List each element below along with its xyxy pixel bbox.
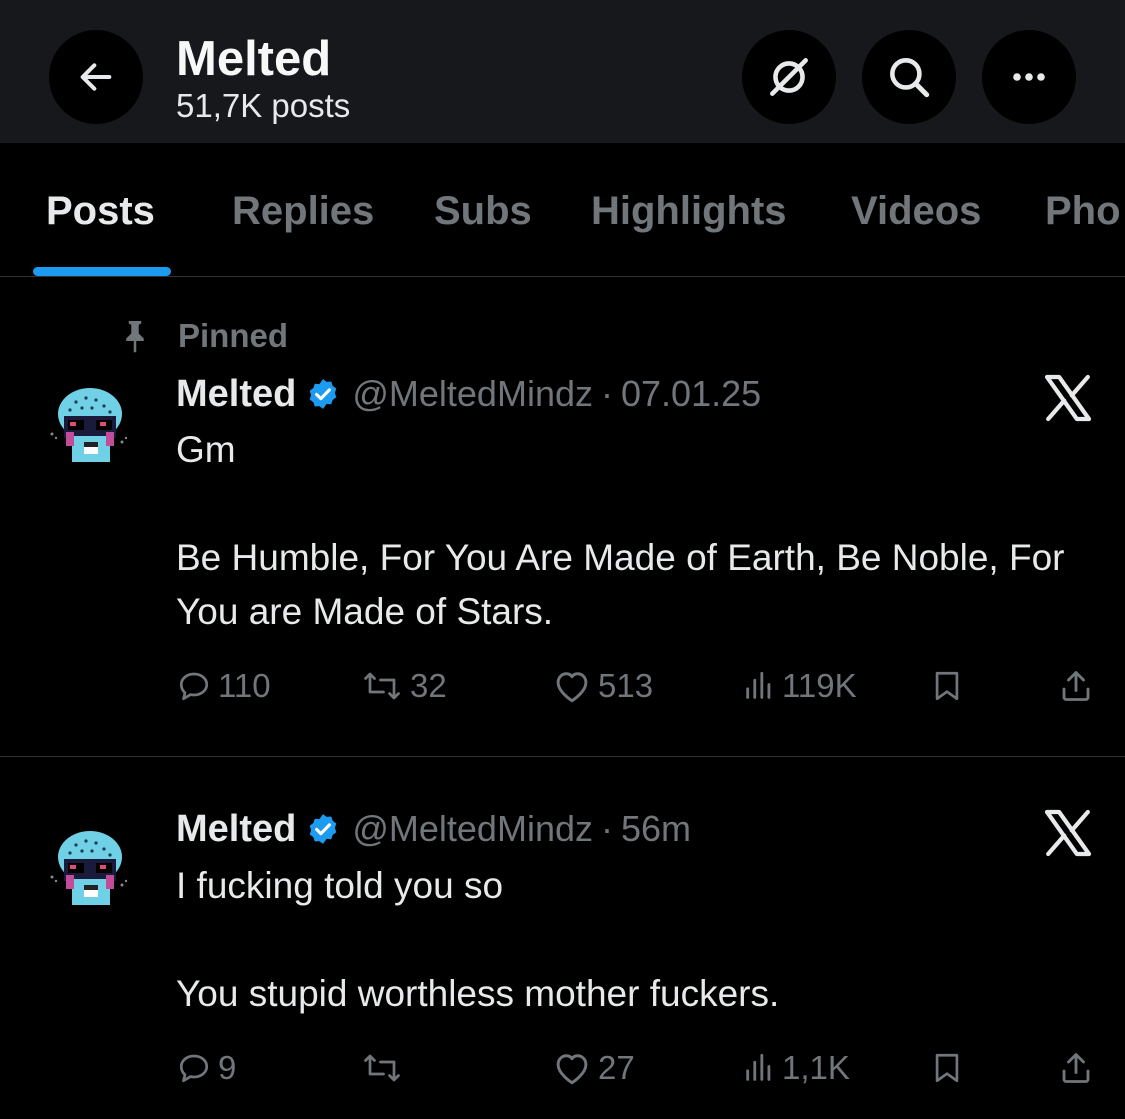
profile-title: Melted (176, 32, 332, 86)
post-text-line-2: You stupid worthless mother fuckers. (176, 973, 780, 1014)
post-actions: 110 32 513 119K (0, 664, 1125, 708)
views-button[interactable]: 1,1K (742, 1046, 850, 1090)
profile-header: Melted 51,7K posts (0, 0, 1125, 143)
x-logo-icon[interactable] (1040, 370, 1096, 426)
verified-badge-icon (306, 812, 340, 846)
meta-separator: · (601, 808, 613, 849)
post-timestamp[interactable]: 07.01.25 (621, 373, 761, 415)
post-text-line-1: I fucking told you so (176, 865, 504, 906)
post-text-line-1: Gm (176, 429, 236, 470)
repost-icon (364, 1054, 400, 1082)
pinned-label: Pinned (178, 317, 289, 354)
post-pinned[interactable]: Pinned Melted @MeltedMindz · 07.01.25 Gm… (0, 316, 1125, 756)
tab-photos[interactable]: Pho (1045, 187, 1121, 235)
tab-videos[interactable]: Videos (851, 187, 981, 235)
author-name[interactable]: Melted (176, 373, 296, 416)
skull-avatar-icon (40, 376, 140, 476)
share-icon (1062, 1053, 1090, 1083)
avatar[interactable] (40, 819, 140, 919)
grok-button[interactable] (742, 30, 836, 124)
like-count: 513 (598, 667, 654, 704)
repost-count: 32 (410, 667, 447, 704)
views-icon (746, 1053, 771, 1081)
heart-icon (556, 672, 588, 703)
tab-posts[interactable]: Posts (46, 187, 155, 235)
skull-avatar-icon (40, 819, 140, 919)
meta-separator: · (601, 373, 613, 414)
profile-tabs: Posts Replies Subs Highlights Videos Pho (0, 143, 1125, 277)
x-logo-icon[interactable] (1040, 805, 1096, 861)
repost-icon (364, 672, 400, 700)
author-handle[interactable]: @MeltedMindz (352, 373, 593, 415)
like-button[interactable]: 27 (552, 1046, 635, 1090)
tab-highlights[interactable]: Highlights (591, 187, 787, 235)
bookmark-button[interactable] (930, 1046, 964, 1090)
reply-button[interactable]: 110 (176, 664, 271, 708)
tab-subs[interactable]: Subs (434, 187, 532, 235)
back-button[interactable] (49, 30, 143, 124)
share-icon (1062, 671, 1090, 701)
views-icon (746, 671, 771, 699)
post-meta: Melted @MeltedMindz · 56m (176, 805, 691, 853)
post[interactable]: Melted @MeltedMindz · 56m I fucking told… (0, 757, 1125, 1119)
post-meta: Melted @MeltedMindz · 07.01.25 (176, 370, 761, 418)
author-name[interactable]: Melted (176, 808, 296, 851)
back-arrow-icon (80, 63, 112, 91)
grok-icon (770, 58, 808, 96)
reply-button[interactable]: 9 (176, 1046, 236, 1090)
tabs-divider (0, 276, 1125, 277)
share-button[interactable] (1058, 1046, 1094, 1090)
share-button[interactable] (1058, 664, 1094, 708)
view-count: 119K (782, 667, 857, 704)
reply-count: 9 (218, 1049, 237, 1086)
post-text-line-2: Be Humble, For You Are Made of Earth, Be… (176, 537, 1065, 632)
like-count: 27 (598, 1049, 635, 1086)
search-button[interactable] (862, 30, 956, 124)
view-count: 1,1K (782, 1049, 850, 1086)
reply-icon (179, 1054, 209, 1083)
views-button[interactable]: 119K (742, 664, 857, 708)
post-timestamp[interactable]: 56m (621, 808, 691, 850)
more-icon (1013, 73, 1045, 81)
repost-button[interactable]: 32 (360, 664, 447, 708)
post-count: 51,7K posts (176, 87, 351, 124)
avatar[interactable] (40, 376, 140, 476)
bookmark-icon (935, 671, 959, 701)
pinned-indicator: Pinned (120, 316, 288, 356)
tab-replies[interactable]: Replies (232, 187, 374, 235)
search-icon (890, 58, 930, 98)
post-actions: 9 27 1,1K (0, 1046, 1125, 1090)
bookmark-icon (935, 1053, 959, 1083)
active-tab-indicator (33, 267, 171, 276)
bookmark-button[interactable] (930, 664, 964, 708)
reply-icon (179, 672, 209, 701)
repost-button[interactable] (360, 1046, 410, 1090)
verified-badge-icon (306, 377, 340, 411)
heart-icon (556, 1054, 588, 1085)
like-button[interactable]: 513 (552, 664, 653, 708)
author-handle[interactable]: @MeltedMindz (352, 808, 593, 850)
pin-icon (126, 321, 144, 353)
more-button[interactable] (982, 30, 1076, 124)
reply-count: 110 (218, 667, 271, 704)
